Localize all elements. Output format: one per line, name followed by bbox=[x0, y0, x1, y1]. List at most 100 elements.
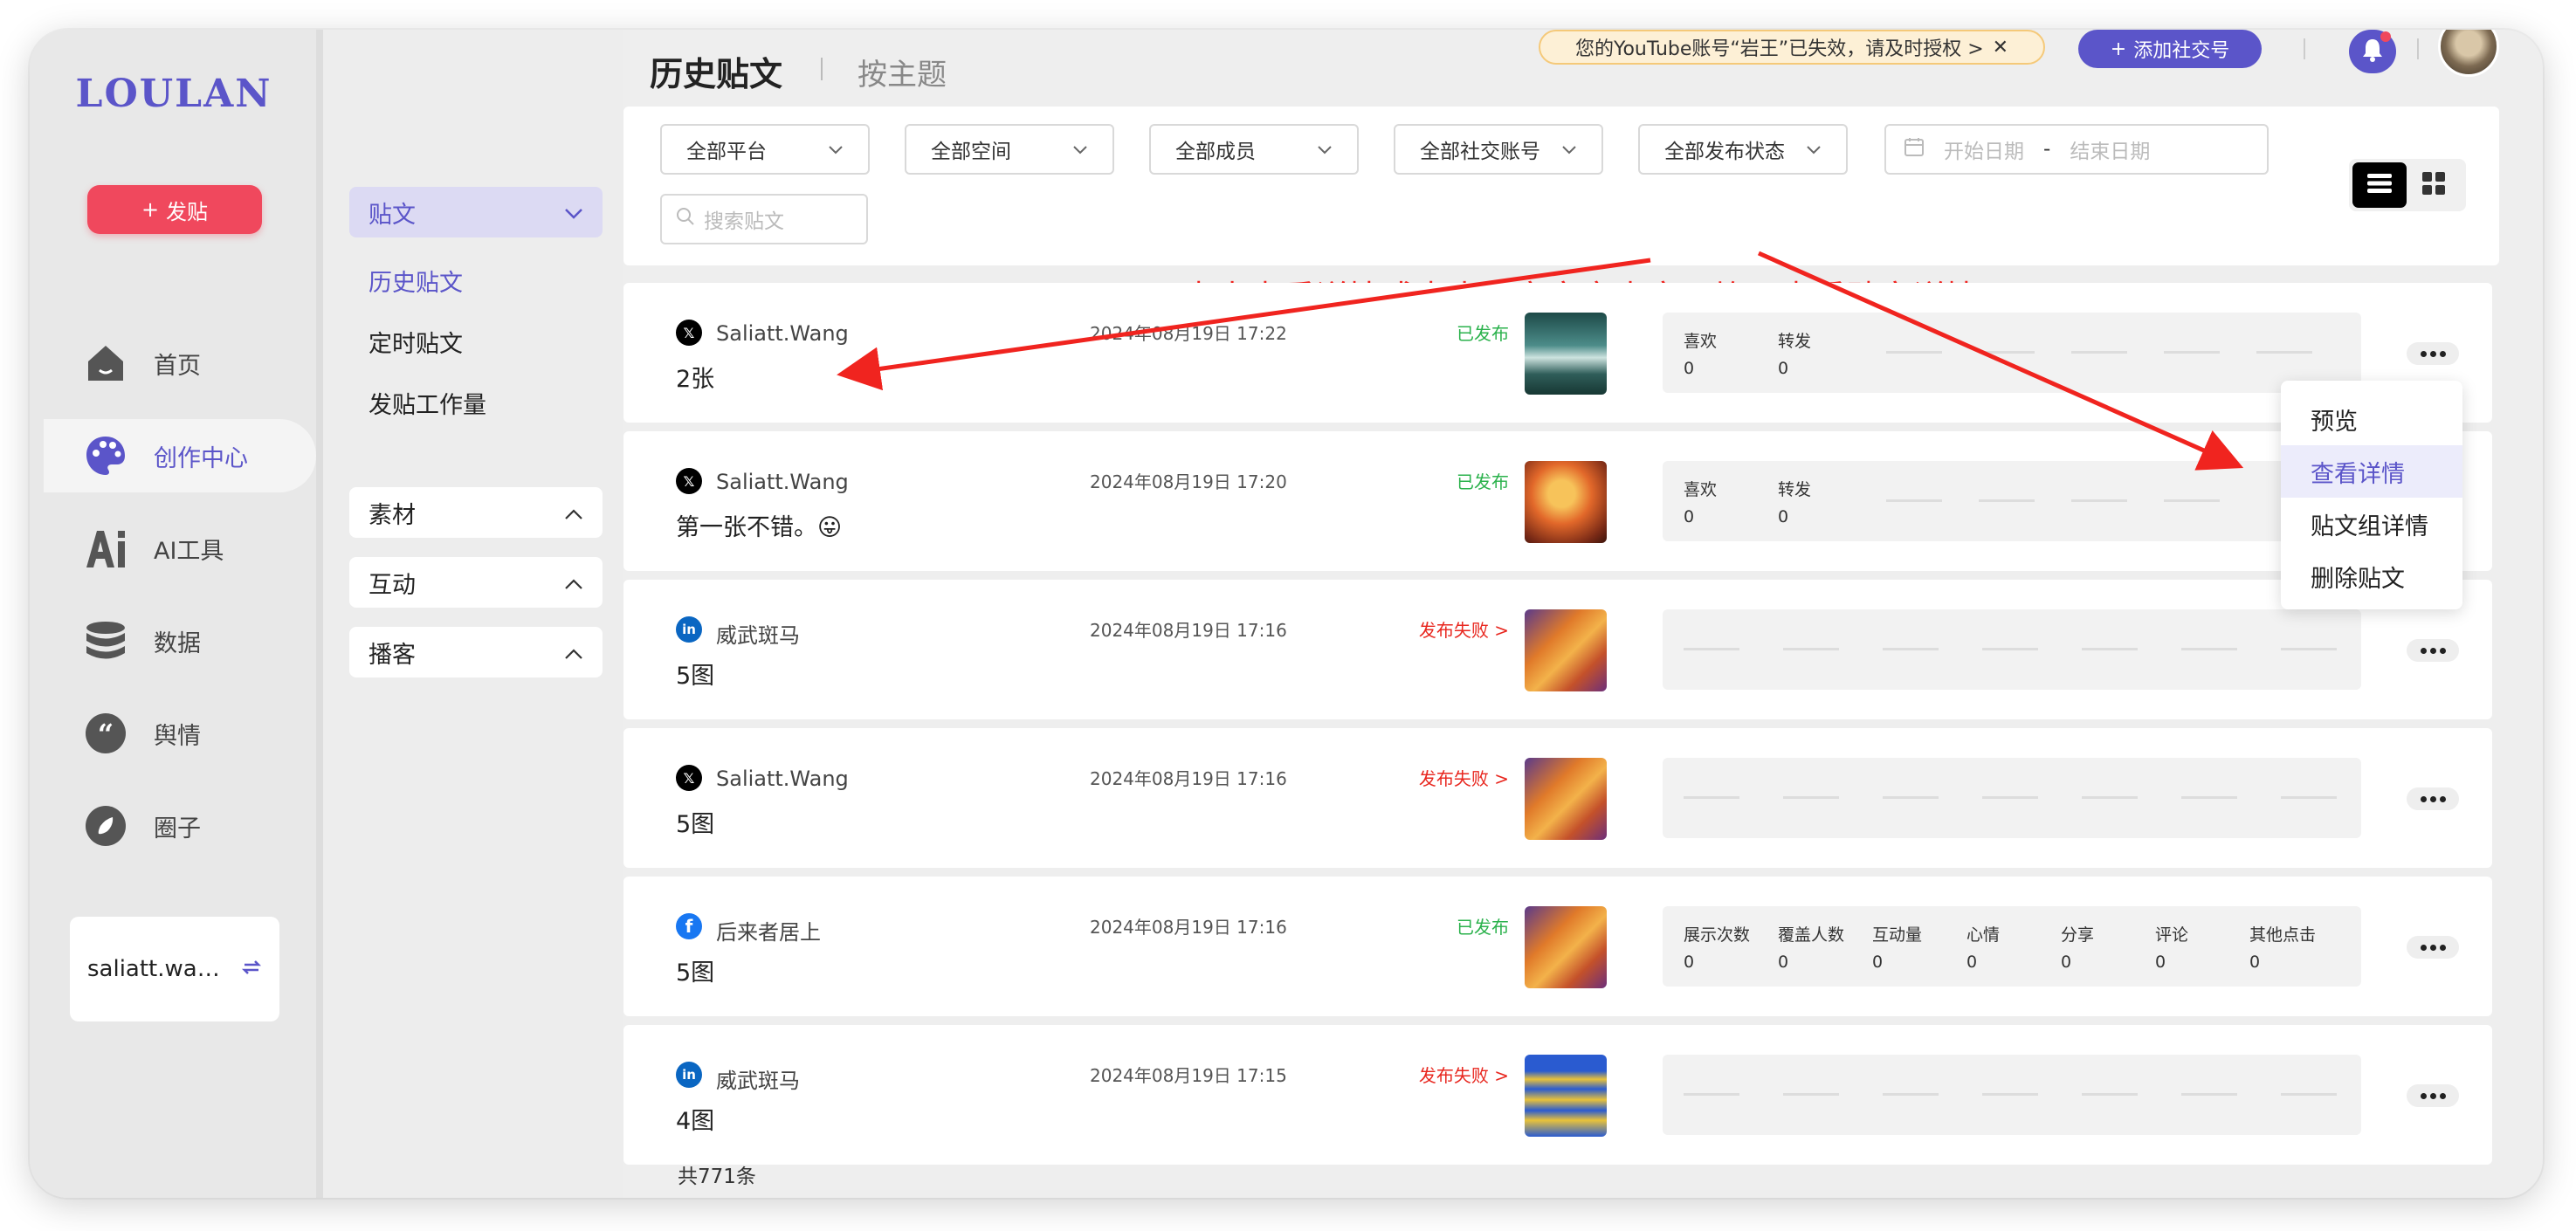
post-content-link[interactable]: 4图 bbox=[676, 1102, 714, 1136]
date-separator: - bbox=[2043, 138, 2051, 161]
x-platform-icon: 𝕏 bbox=[676, 468, 702, 494]
more-actions-button[interactable] bbox=[2407, 639, 2459, 662]
table-row[interactable]: f 后来者居上 5图 2024年08月19日 17:16 已发布 展示次数 0 覆… bbox=[623, 877, 2492, 1016]
post-content-link[interactable]: 2张 bbox=[676, 360, 714, 394]
nav-item-ai-tools[interactable]: AI工具 bbox=[30, 512, 316, 585]
grid-view-button[interactable] bbox=[2407, 162, 2461, 208]
menu-item-group-details[interactable]: 贴文组详情 bbox=[2281, 498, 2462, 550]
stat-placeholder bbox=[1883, 796, 1939, 799]
switch-icon[interactable] bbox=[241, 956, 262, 982]
menu-item-preview[interactable]: 预览 bbox=[2281, 393, 2462, 445]
nav-item-home[interactable]: 首页 bbox=[30, 327, 316, 400]
table-row[interactable]: 𝕏 Saliatt.Wang 2张 2024年08月19日 17:22 已发布 … bbox=[623, 283, 2492, 423]
main-content: 历史贴文 按主题 您的YouTube账号“岩王”已失效，请及时授权 > ✕ + … bbox=[623, 30, 2543, 1198]
post-account: Saliatt.Wang bbox=[716, 470, 849, 494]
app-logo: LOULAN bbox=[75, 72, 272, 116]
more-actions-button[interactable] bbox=[2407, 787, 2459, 810]
post-thumbnail[interactable] bbox=[1525, 1055, 1607, 1137]
chevron-up-icon bbox=[564, 569, 583, 596]
stat-placeholder bbox=[2181, 796, 2237, 799]
table-row[interactable]: in 威武斑马 4图 2024年08月19日 17:15 发布失败 > bbox=[623, 1025, 2492, 1165]
platform-select[interactable]: 全部平台 bbox=[660, 124, 870, 175]
post-account: Saliatt.Wang bbox=[716, 767, 849, 791]
new-post-label: 发贴 bbox=[166, 199, 209, 224]
date-range-picker[interactable]: 开始日期 - 结束日期 bbox=[1884, 124, 2269, 175]
post-context-menu: 预览 查看详情 贴文组详情 删除贴文 bbox=[2281, 381, 2462, 609]
post-thumbnail[interactable] bbox=[1525, 313, 1607, 395]
stat-placeholder bbox=[2281, 648, 2337, 650]
post-thumbnail[interactable] bbox=[1525, 758, 1607, 840]
notifications-button[interactable] bbox=[2349, 30, 2396, 73]
post-thumbnail[interactable] bbox=[1525, 609, 1607, 691]
tab-by-topic[interactable]: 按主题 bbox=[858, 51, 947, 93]
stat-placeholder bbox=[1684, 648, 1739, 650]
table-row[interactable]: in 威武斑马 5图 2024年08月19日 17:16 发布失败 > bbox=[623, 580, 2492, 719]
auth-notice-banner[interactable]: 您的YouTube账号“岩王”已失效，请及时授权 > ✕ bbox=[1539, 30, 2045, 65]
table-row[interactable]: 𝕏 Saliatt.Wang 5图 2024年08月19日 17:16 发布失败… bbox=[623, 728, 2492, 868]
more-actions-button[interactable] bbox=[2407, 1084, 2459, 1107]
subnav-group-podcast[interactable]: 播客 bbox=[349, 627, 603, 677]
list-view-button[interactable] bbox=[2352, 162, 2407, 208]
menu-item-delete-post[interactable]: 删除贴文 bbox=[2281, 550, 2462, 602]
status-badge[interactable]: 发布失败 > bbox=[1419, 1062, 1509, 1087]
add-social-account-button[interactable]: + 添加社交号 bbox=[2078, 30, 2262, 68]
stat-comments: 评论 0 bbox=[2155, 925, 2189, 972]
header-divider bbox=[2304, 38, 2305, 59]
subnav-group-materials[interactable]: 素材 bbox=[349, 487, 603, 538]
status-badge[interactable]: 发布失败 > bbox=[1419, 616, 1509, 642]
subnav-section-posts[interactable]: 贴文 bbox=[349, 187, 603, 237]
post-time: 2024年08月19日 17:20 bbox=[1090, 471, 1287, 492]
social-account-select[interactable]: 全部社交账号 bbox=[1394, 124, 1603, 175]
stat-placeholder bbox=[1684, 1093, 1739, 1096]
stat-placeholder bbox=[1982, 796, 2038, 799]
post-content-link[interactable]: 第一张不错。😛 bbox=[676, 508, 842, 542]
status-badge[interactable]: 发布失败 > bbox=[1419, 765, 1509, 790]
subnav-section-label: 贴文 bbox=[368, 201, 416, 229]
stat-reposts: 转发 0 bbox=[1778, 480, 1812, 526]
stat-placeholder bbox=[2256, 351, 2312, 354]
tab-history[interactable]: 历史贴文 bbox=[650, 47, 782, 95]
post-time: 2024年08月19日 17:22 bbox=[1090, 323, 1287, 344]
table-row[interactable]: 𝕏 Saliatt.Wang 第一张不错。😛 2024年08月19日 17:20… bbox=[623, 431, 2492, 571]
subnav-link-history[interactable]: 历史贴文 bbox=[368, 264, 463, 298]
total-count: 共771条 bbox=[678, 1166, 756, 1188]
more-actions-button[interactable] bbox=[2407, 936, 2459, 959]
nav-item-data[interactable]: 数据 bbox=[30, 604, 316, 677]
space-select[interactable]: 全部空间 bbox=[905, 124, 1114, 175]
post-content-link[interactable]: 5图 bbox=[676, 953, 714, 987]
nav-item-creation[interactable]: 创作中心 bbox=[44, 419, 316, 492]
stat-placeholder bbox=[1979, 351, 2035, 354]
post-thumbnail[interactable] bbox=[1525, 461, 1607, 543]
menu-item-view-details[interactable]: 查看详情 bbox=[2281, 445, 2462, 498]
end-date-input[interactable]: 结束日期 bbox=[2070, 134, 2150, 164]
post-account: 威武斑马 bbox=[716, 1069, 800, 1093]
new-post-button[interactable]: + 发贴 bbox=[87, 185, 262, 234]
linkedin-platform-icon: in bbox=[676, 1062, 702, 1088]
post-content-link[interactable]: 5图 bbox=[676, 657, 714, 691]
stat-placeholder bbox=[2082, 1093, 2138, 1096]
stat-placeholder bbox=[2181, 648, 2237, 650]
more-actions-button[interactable] bbox=[2407, 342, 2459, 365]
subnav-link-workload[interactable]: 发贴工作量 bbox=[368, 386, 486, 420]
subnav-group-interaction[interactable]: 互动 bbox=[349, 557, 603, 608]
subnav-link-scheduled[interactable]: 定时贴文 bbox=[368, 325, 463, 359]
close-icon[interactable]: ✕ bbox=[1993, 37, 2008, 58]
post-thumbnail[interactable] bbox=[1525, 906, 1607, 988]
post-content-link[interactable]: 5图 bbox=[676, 805, 714, 839]
select-value: 全部空间 bbox=[931, 141, 1011, 163]
member-select[interactable]: 全部成员 bbox=[1149, 124, 1359, 175]
search-input[interactable]: 搜索贴文 bbox=[660, 194, 868, 244]
nav-item-circle[interactable]: 圈子 bbox=[30, 789, 316, 863]
user-avatar[interactable] bbox=[2438, 30, 2499, 77]
select-value: 全部平台 bbox=[686, 141, 767, 163]
post-time: 2024年08月19日 17:16 bbox=[1090, 768, 1287, 789]
unread-dot bbox=[2380, 31, 2391, 42]
quote-icon: “ bbox=[84, 712, 127, 755]
stat-reposts: 转发 0 bbox=[1778, 332, 1812, 378]
stat-likes: 喜欢 0 bbox=[1684, 480, 1718, 526]
nav-item-sentiment[interactable]: “ 舆情 bbox=[30, 697, 316, 770]
stat-likes: 喜欢 0 bbox=[1684, 332, 1718, 378]
account-switcher[interactable]: saliatt.wan... bbox=[70, 917, 279, 1021]
start-date-input[interactable]: 开始日期 bbox=[1944, 134, 2024, 164]
publish-status-select[interactable]: 全部发布状态 bbox=[1638, 124, 1848, 175]
